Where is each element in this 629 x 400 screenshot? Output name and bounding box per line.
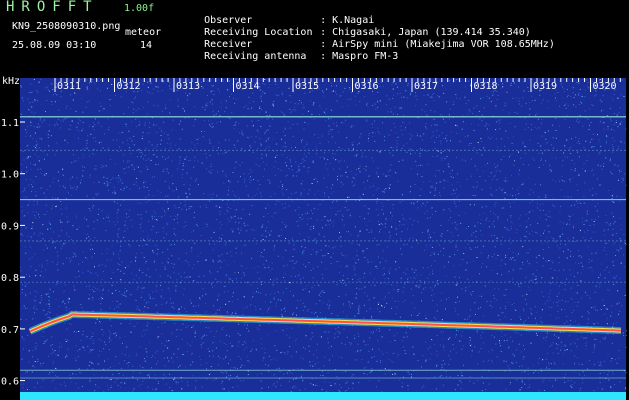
filename-label: KN9_2508090310.png — [12, 21, 121, 32]
x-tick-label: 0312 — [117, 81, 141, 92]
mode-label: meteor — [125, 27, 162, 38]
spectrogram-svg: kHz 1.1 1.0 0.9 0.8 0.7 0.6 0311 0312 0313 0314 031… — [0, 74, 629, 400]
version-label: 1.00f — [124, 3, 155, 14]
y-tick-label: 0.7 — [1, 325, 19, 336]
y-tick-label: 1.0 — [1, 170, 19, 181]
count-label: 14 — [140, 40, 153, 51]
datetime-label: 25.08.09 03:10 — [12, 40, 97, 51]
spectrogram-panel: kHz 1.1 1.0 0.9 0.8 0.7 0.6 0311 0312 0313 0314 031… — [0, 74, 629, 400]
x-tick-label: 0320 — [593, 81, 617, 92]
x-tick-label: 0313 — [176, 81, 200, 92]
meta-row-antenna: Receiving antenna: Maspro FM-3 — [180, 39, 398, 75]
x-tick-label: 0314 — [236, 81, 260, 92]
header-bar: HROFFT 1.00f KN9_2508090310.png meteor 2… — [0, 0, 629, 74]
x-tick-label: 0319 — [533, 81, 557, 92]
x-tick-label: 0315 — [295, 81, 319, 92]
y-unit-label: kHz — [2, 76, 20, 87]
x-tick-label: 0311 — [57, 81, 81, 92]
y-tick-label: 0.8 — [1, 273, 19, 284]
bottom-band — [20, 392, 626, 400]
x-tick-label: 0316 — [355, 81, 379, 92]
y-tick-label: 0.6 — [1, 377, 19, 388]
app-title: HROFFT — [6, 0, 99, 15]
y-tick-label: 1.1 — [1, 118, 19, 129]
meta-value: Maspro FM-3 — [332, 51, 399, 62]
meta-colon: : — [320, 51, 327, 62]
meta-label: Receiving antenna — [204, 51, 307, 62]
x-tick-label: 0317 — [414, 81, 438, 92]
x-tick-label: 0318 — [474, 81, 498, 92]
y-tick-label: 0.9 — [1, 221, 19, 232]
spectrogram-background — [20, 78, 626, 396]
